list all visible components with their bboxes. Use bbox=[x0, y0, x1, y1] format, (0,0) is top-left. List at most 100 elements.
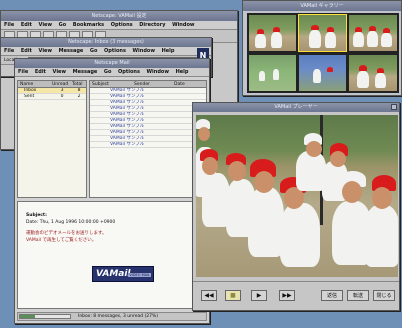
gallery-window: VAMail ギャラリー bbox=[242, 0, 402, 96]
message-list-header: Subject Sender Date bbox=[90, 81, 206, 88]
column-header[interactable]: Total bbox=[72, 81, 86, 87]
menu-item[interactable]: File bbox=[4, 22, 14, 28]
menu-item[interactable]: Bookmarks bbox=[73, 22, 104, 28]
close-icon[interactable] bbox=[391, 104, 397, 110]
browser-back-titlebar[interactable]: Netscape: VAMail 設定 bbox=[1, 11, 237, 21]
menu-item[interactable]: Go bbox=[90, 48, 98, 54]
menu-item[interactable]: Window bbox=[133, 48, 155, 54]
folder-unread: 3 bbox=[60, 88, 64, 93]
vamail-logo-sub: VIDEO MAIL bbox=[128, 273, 151, 277]
close-label: 閉じる bbox=[376, 293, 392, 299]
browser-mid-title: Netscape: Inbox (3 messages) bbox=[68, 39, 144, 45]
message-subject: VAMail サンプル bbox=[110, 142, 145, 147]
progress-bar bbox=[19, 314, 71, 319]
mail-titlebar[interactable]: Netscape Mail bbox=[15, 59, 209, 68]
reply-label: 返信 bbox=[326, 293, 337, 299]
menu-item[interactable]: Go bbox=[104, 69, 112, 75]
thumbnail-4[interactable] bbox=[249, 55, 296, 91]
folder-total: 8 bbox=[77, 88, 81, 93]
menu-item[interactable]: View bbox=[53, 69, 67, 75]
thumbnail-2[interactable] bbox=[298, 14, 347, 52]
thumbnail-6[interactable] bbox=[349, 55, 397, 91]
menu-item[interactable]: Options bbox=[118, 69, 140, 75]
gallery-title: VAMail ギャラリー bbox=[300, 3, 344, 9]
forward-mail-button[interactable]: 転送 bbox=[347, 290, 369, 301]
message-subject: VAMail サンプル bbox=[110, 106, 145, 111]
column-header[interactable]: Sender bbox=[134, 81, 174, 87]
folder-row[interactable]: Sent 0 2 bbox=[18, 94, 86, 100]
message-body: Subject: Date: Thu, 1 Aug 1996 10:00:00 … bbox=[17, 201, 207, 309]
column-header[interactable]: Date bbox=[174, 81, 204, 87]
message-subject: VAMail サンプル bbox=[110, 88, 145, 93]
menu-item[interactable]: Message bbox=[73, 69, 98, 75]
thumbnail-3[interactable] bbox=[349, 15, 397, 51]
vamail-logo[interactable]: VAMail VIDEO MAIL bbox=[92, 266, 154, 282]
rewind-button[interactable]: ◀◀ bbox=[201, 290, 217, 301]
folder-name: Sent bbox=[24, 94, 35, 99]
message-row[interactable]: VAMail サンプル bbox=[90, 142, 206, 148]
mail-menubar: File Edit View Message Go Options Window… bbox=[15, 68, 209, 77]
folder-header: Name Unread Total bbox=[18, 81, 86, 88]
stop-button[interactable]: ■ bbox=[225, 290, 241, 301]
menu-item[interactable]: Go bbox=[59, 22, 67, 28]
menu-item[interactable]: Help bbox=[162, 48, 175, 54]
menu-item[interactable]: Window bbox=[172, 22, 194, 28]
thumbnail-1[interactable] bbox=[249, 15, 296, 51]
play-icon: ▶ bbox=[256, 292, 262, 299]
message-subject: VAMail サンプル bbox=[110, 100, 145, 105]
menu-item[interactable]: Help bbox=[176, 69, 189, 75]
stop-icon: ■ bbox=[230, 292, 236, 299]
browser-mid-menubar: File Edit View Message Go Options Window… bbox=[1, 47, 211, 56]
message-subject: VAMail サンプル bbox=[110, 130, 145, 135]
gallery-thumbnails bbox=[247, 13, 399, 93]
browser-mid-titlebar[interactable]: Netscape: Inbox (3 messages) bbox=[1, 38, 211, 47]
folder-pane: Name Unread Total Inbox 3 8 Sent 0 2 bbox=[17, 80, 87, 198]
menu-item[interactable]: Message bbox=[59, 48, 84, 54]
mail-title: Netscape Mail bbox=[94, 60, 130, 66]
menu-item[interactable]: Window bbox=[147, 69, 169, 75]
menu-item[interactable]: View bbox=[39, 22, 53, 28]
mail-window: Netscape Mail File Edit View Message Go … bbox=[14, 58, 210, 324]
menu-item[interactable]: Edit bbox=[35, 69, 46, 75]
player-title: VAMail プレーヤー bbox=[274, 104, 318, 110]
folder-total: 2 bbox=[77, 94, 81, 99]
message-subject: VAMail サンプル bbox=[110, 124, 145, 129]
player-window: VAMail プレーヤー ◀◀ ■ ▶ ▶▶ 返信 転送 閉じる bbox=[192, 102, 400, 311]
player-controls: ◀◀ ■ ▶ ▶▶ 返信 転送 閉じる bbox=[193, 281, 399, 310]
forward-label: 転送 bbox=[352, 293, 363, 299]
rewind-icon: ◀◀ bbox=[204, 292, 214, 299]
date-line: Date: Thu, 1 Aug 1996 10:00:00 +0900 bbox=[26, 220, 116, 225]
thumbnail-5[interactable] bbox=[299, 55, 346, 91]
close-button[interactable]: 閉じる bbox=[373, 290, 395, 301]
message-subject: VAMail サンプル bbox=[110, 118, 145, 123]
vamail-logo-text: VAMail bbox=[96, 269, 131, 279]
message-subject: VAMail サンプル bbox=[110, 136, 145, 141]
message-subject: VAMail サンプル bbox=[110, 112, 145, 117]
player-titlebar[interactable]: VAMail プレーヤー bbox=[193, 103, 399, 112]
gallery-titlebar[interactable]: VAMail ギャラリー bbox=[243, 1, 401, 11]
browser-back-menubar: File Edit View Go Bookmarks Options Dire… bbox=[1, 21, 237, 30]
video-frame[interactable] bbox=[196, 115, 398, 277]
menu-item[interactable]: Options bbox=[111, 22, 133, 28]
column-header[interactable]: Name bbox=[18, 81, 52, 87]
column-header[interactable]: Unread bbox=[52, 81, 72, 87]
status-text: Inbox: 8 messages, 3 unread (27%) bbox=[78, 314, 159, 319]
body-line: 運動会のビデオメールをお送りします。 bbox=[26, 231, 107, 236]
folder-unread: 0 bbox=[60, 94, 64, 99]
menu-item[interactable]: File bbox=[4, 48, 14, 54]
fast-forward-button[interactable]: ▶▶ bbox=[279, 290, 295, 301]
play-button[interactable]: ▶ bbox=[251, 290, 267, 301]
menu-item[interactable]: Options bbox=[104, 48, 126, 54]
menu-item[interactable]: File bbox=[18, 69, 28, 75]
menu-item[interactable]: Directory bbox=[139, 22, 165, 28]
fast-forward-icon: ▶▶ bbox=[282, 292, 292, 299]
subject-label: Subject: bbox=[26, 213, 47, 218]
reply-button[interactable]: 返信 bbox=[321, 290, 343, 301]
menu-item[interactable]: View bbox=[39, 48, 53, 54]
menu-item[interactable]: Edit bbox=[21, 48, 32, 54]
menu-item[interactable]: Edit bbox=[21, 22, 32, 28]
column-header[interactable]: Subject bbox=[90, 81, 134, 87]
browser-back-title: Netscape: VAMail 設定 bbox=[91, 13, 147, 19]
message-subject: VAMail サンプル bbox=[110, 94, 145, 99]
folder-name: Inbox bbox=[24, 88, 37, 93]
